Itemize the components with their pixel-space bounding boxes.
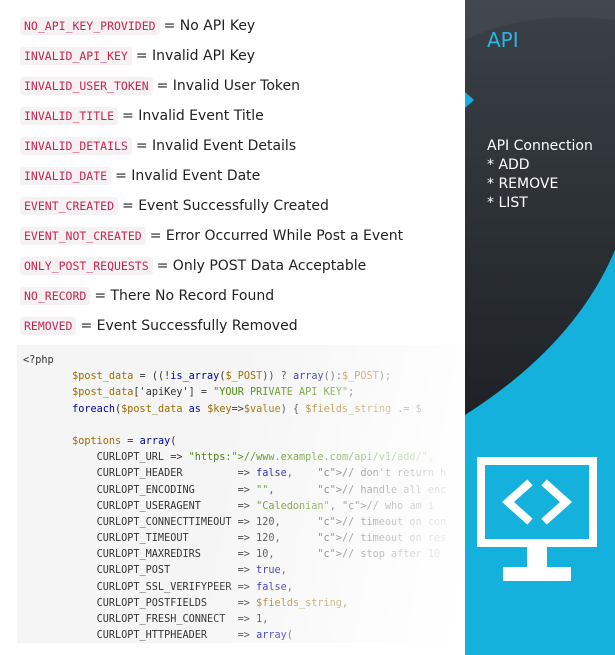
code-line: CURLOPT_TIMEOUT => 120, "c">// timeout o… [23,533,447,545]
code-monitor-icon [477,457,597,581]
error-description: = Only POST Data Acceptable [156,258,367,274]
code-line: CURLOPT_URL => "https:">//www.example.co… [23,452,434,464]
error-row: NO_RECORD = There No Record Found [20,285,274,307]
error-description: = There No Record Found [94,288,275,304]
error-code: NO_RECORD [20,287,91,305]
code-line: CURLOPT_CONNECTTIMEOUT => 120, "c">// ti… [23,516,447,528]
error-row: INVALID_USER_TOKEN = Invalid User Token [20,75,300,97]
sidebar-title: API [487,28,519,52]
code-line: CURLOPT_HEADER => false, "c">// don't re… [23,468,447,480]
api-item-list: * LIST [487,195,528,211]
error-description: = Event Successfully Created [122,198,329,214]
error-row: INVALID_DATE = Invalid Event Date [20,165,260,187]
code-block: <?php $post_data = ((!is_array($_POST)) … [17,345,465,643]
code-line: CURLOPT_HTTPHEADER => array( [23,630,293,642]
error-row: ONLY_POST_REQUESTS = Only POST Data Accep… [20,255,366,277]
error-description: = Invalid API Key [135,48,256,64]
code-line: CURLOPT_FRESH_CONNECT => 1, [23,614,269,625]
code-line: foreach($post_data as $key=>$value) { $f… [72,403,422,415]
code-line: CURLOPT_SSL_VERIFYPEER => false, [23,581,293,593]
code-line: $post_data = ((!is_array($_POST)) ? arra… [72,371,392,383]
code-line: $options = array( [72,435,177,447]
code-line: CURLOPT_ENCODING => "", "c">// handle al… [23,484,447,496]
error-description: = No API Key [163,18,256,34]
error-description: = Invalid Event Details [135,138,297,154]
php-code-sample: <?php $post_data = ((!is_array($_POST)) … [17,345,465,643]
code-line: CURLOPT_MAXREDIRS => 10, "c">// stop aft… [23,549,441,561]
error-code: INVALID_USER_TOKEN [20,77,153,95]
error-row: EVENT_CREATED = Event Successfully Create… [20,195,329,217]
error-row: REMOVED = Event Successfully Removed [20,315,298,337]
error-code: NO_API_KEY_PROVIDED [20,17,160,35]
code-line: <?php [23,355,54,366]
error-code: EVENT_NOT_CREATED [20,227,146,245]
error-row: INVALID_DETAILS = Invalid Event Details [20,135,296,157]
error-code: INVALID_DETAILS [20,137,132,155]
error-description: = Error Occurred While Post a Event [149,228,404,244]
code-line: $post_data['apiKey'] = "YOUR PRIVATE API… [72,387,355,399]
error-description: = Event Successfully Removed [80,318,298,334]
api-sidebar: API API Connection * ADD * REMOVE * LIST [465,0,615,655]
code-line: CURLOPT_USERAGENT => "Caledonian", "c">/… [23,500,434,512]
error-code: INVALID_API_KEY [20,47,132,65]
error-code: INVALID_TITLE [20,107,119,125]
error-code: EVENT_CREATED [20,197,119,215]
error-code: INVALID_DATE [20,167,112,185]
error-row: INVALID_API_KEY = Invalid API Key [20,45,255,67]
error-codes-panel: NO_API_KEY_PROVIDED = No API Key INVALID_A… [0,0,465,655]
error-description: = Invalid Event Title [122,108,264,124]
error-row: NO_API_KEY_PROVIDED = No API Key [20,15,255,37]
error-description: = Invalid User Token [156,78,300,94]
api-item-remove: * REMOVE [487,176,559,192]
api-item-add: * ADD [487,157,530,173]
api-connection-block: API Connection * ADD * REMOVE * LIST [487,137,593,213]
error-row: EVENT_NOT_CREATED = Error Occurred While … [20,225,403,247]
error-row: INVALID_TITLE = Invalid Event Title [20,105,264,127]
error-code: ONLY_POST_REQUESTS [20,257,153,275]
error-code: REMOVED [20,317,77,335]
error-description: = Invalid Event Date [115,168,261,184]
code-line: CURLOPT_POSTFIELDS => $fields_string, [23,597,349,609]
code-line: CURLOPT_POST => true, [23,565,287,577]
api-connection-heading: API Connection [487,138,593,154]
